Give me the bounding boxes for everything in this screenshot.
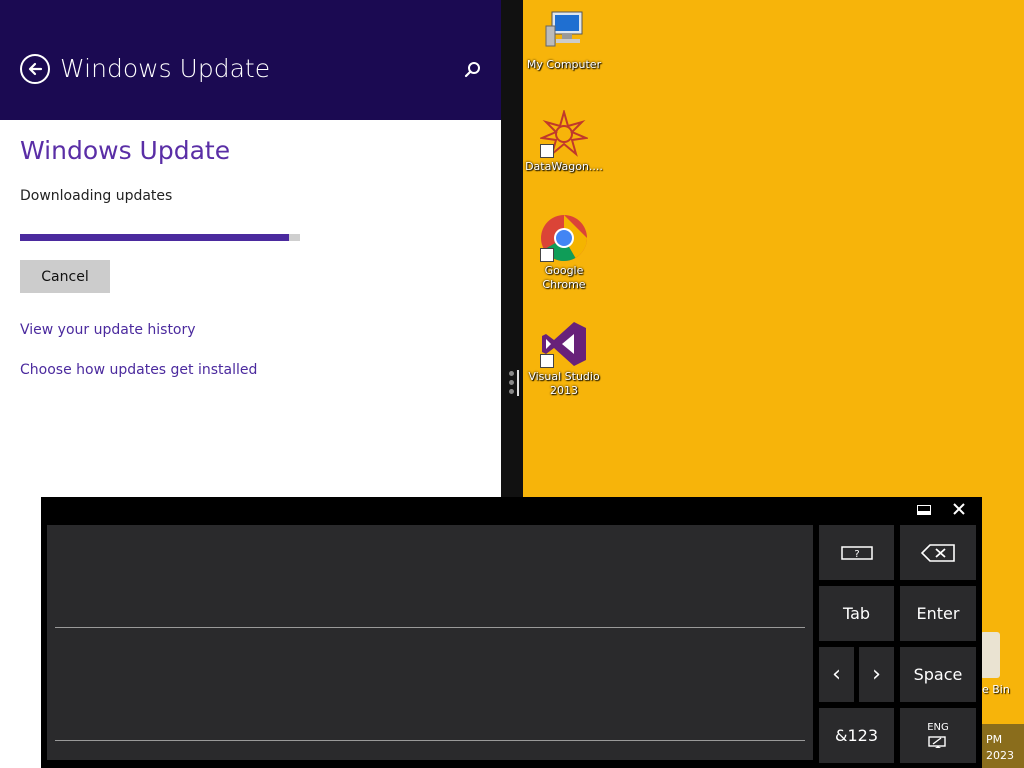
keyboard-mode-icon [928,735,946,748]
desktop-icon-label: My Computer [526,58,602,71]
taskbar-clock[interactable]: PM 2023 [982,724,1024,768]
handwriting-help-icon: ? [840,545,873,560]
backspace-icon [921,543,955,562]
shortcut-arrow-icon [540,144,554,158]
desktop-icon-label: Visual Studio 2013 [528,370,600,397]
shortcut-arrow-icon [540,248,554,262]
desktop-icon-visual-studio[interactable]: Visual Studio 2013 [524,320,604,398]
grip-line [517,370,519,396]
keyboard-dock-button[interactable] [915,502,933,518]
writing-guide-line [55,627,805,628]
help-key[interactable]: ? [819,525,894,580]
desktop-icon-my-computer[interactable]: My Computer [524,8,604,72]
clock-date: 2023 [986,749,1014,762]
backspace-key[interactable] [900,525,976,580]
tab-key[interactable]: Tab [819,586,894,641]
grip-dot [509,371,514,376]
cancel-button[interactable]: Cancel [20,260,110,293]
computer-icon [540,8,588,56]
download-progress-bar [20,234,300,241]
search-icon[interactable] [462,60,482,80]
desktop-icon-label: DataWagon.... [525,160,603,173]
grip-dot [509,389,514,394]
space-key[interactable]: Space [900,647,976,702]
chrome-icon [540,214,588,262]
page-title: Windows Update [20,136,231,165]
view-update-history-link[interactable]: View your update history [20,322,196,338]
symbols-key[interactable]: &123 [819,708,894,763]
choose-install-method-link[interactable]: Choose how updates get installed [20,362,257,378]
enter-key[interactable]: Enter [900,586,976,641]
keyboard-close-button[interactable] [950,500,968,518]
writing-guide-line [55,740,805,741]
shortcut-arrow-icon [540,354,554,368]
touch-keyboard: ? Tab Enter ‹ › Space &123 ENG [41,497,982,768]
handwriting-panel[interactable] [47,525,813,760]
close-icon [953,503,965,515]
back-button[interactable] [20,54,50,84]
help-key-label: ? [854,549,859,560]
grip-dot [509,380,514,385]
screen: Windows Update Windows Update Downloadin… [0,0,1024,768]
clock-time: PM [986,733,1003,746]
back-arrow-icon [28,62,43,76]
desktop-icon-label: Google Chrome [542,264,586,291]
recycle-bin-label: e Bin [982,683,1010,696]
desktop-icon-chrome[interactable]: Google Chrome [524,214,604,292]
arrow-right-key[interactable]: › [859,647,894,702]
header-title: Windows Update [60,54,271,83]
datawagon-icon [538,108,590,158]
status-text: Downloading updates [20,188,173,204]
dock-icon [917,505,931,515]
arrow-left-key[interactable]: ‹ [819,647,854,702]
language-label: ENG [927,721,949,733]
panel-header: Windows Update [0,0,501,120]
recycle-bin-icon[interactable] [980,632,1000,678]
language-key[interactable]: ENG [900,708,976,763]
desktop-icon-datawagon[interactable]: DataWagon.... [524,108,604,174]
visual-studio-icon [540,320,588,368]
progress-fill [20,234,289,241]
